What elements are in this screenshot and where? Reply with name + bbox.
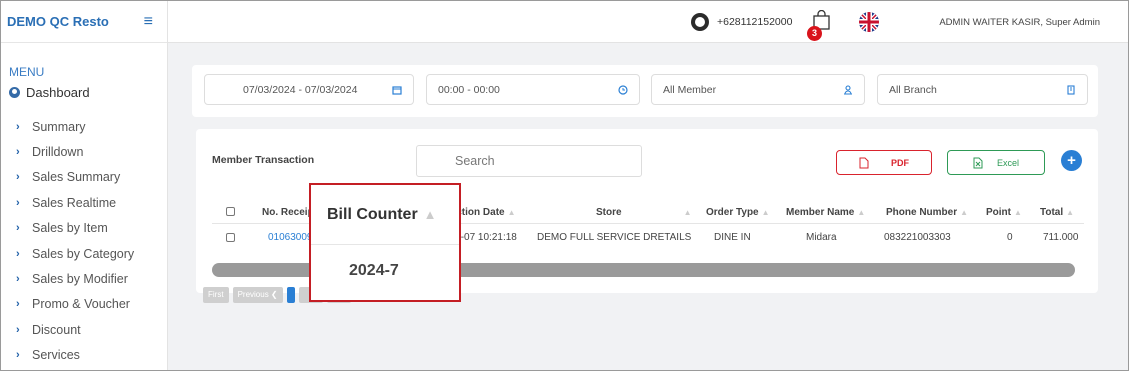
pdf-label: PDF	[891, 157, 909, 168]
cell-store: DEMO FULL SERVICE DRETAILS	[537, 232, 692, 243]
clock-icon	[618, 84, 628, 95]
cart-count-badge: 3	[807, 26, 822, 41]
search-input[interactable]: Search	[416, 145, 642, 177]
sidebar-item-label: Summary	[32, 119, 86, 134]
row-checkbox[interactable]	[226, 233, 235, 242]
sort-icon: ▲	[507, 208, 516, 217]
sidebar-item-label: Sales by Item	[32, 221, 108, 236]
cell-member-name: Midara	[806, 232, 837, 243]
brand-bar: DEMO QC Resto ≡	[1, 1, 167, 43]
chevron-right-icon: ›	[16, 298, 20, 311]
top-bar: +628112152000 3 ADMIN WAITER KASIR, Supe…	[168, 1, 1128, 43]
sidebar-menu: › Summary › Drilldown › Sales Summary › Sale…	[1, 114, 167, 368]
excel-file-icon	[973, 157, 983, 168]
sidebar-item-promo-voucher[interactable]: › Promo & Voucher	[1, 292, 167, 317]
sidebar-item-label: Sales Realtime	[32, 195, 117, 210]
cell-point: 0	[1007, 232, 1013, 243]
column-header-point[interactable]: Point ▲	[986, 207, 1022, 218]
chevron-right-icon: ›	[16, 196, 20, 209]
sidebar-item-services[interactable]: › Services	[1, 343, 167, 368]
sidebar-item-label: Services	[32, 348, 80, 363]
chevron-right-icon: ›	[16, 171, 20, 184]
uk-flag-icon[interactable]	[859, 12, 879, 32]
sidebar-item-summary[interactable]: › Summary	[1, 114, 167, 139]
sidebar-item-sales-by-modifier[interactable]: › Sales by Modifier	[1, 266, 167, 291]
current-page-button[interactable]	[286, 287, 295, 303]
sidebar-item-label: Discount	[32, 322, 81, 337]
column-header-order-type[interactable]: Order Type ▲	[706, 207, 770, 218]
cell-order-type: DINE IN	[714, 232, 751, 243]
sidebar-item-sales-summary[interactable]: › Sales Summary	[1, 165, 167, 190]
sort-icon: ▲	[761, 208, 770, 217]
brand-name[interactable]: DEMO QC Resto	[7, 14, 109, 29]
sort-icon: ▲	[423, 207, 437, 222]
pdf-file-icon	[859, 157, 869, 168]
menu-label: MENU	[9, 65, 45, 79]
previous-page-button[interactable]: Previous ❮	[232, 287, 283, 303]
sort-icon: ▲	[1066, 208, 1075, 217]
sort-icon: ▲	[960, 208, 969, 217]
sidebar-item-label: Sales by Category	[32, 246, 135, 261]
cell-phone: 083221003303	[884, 232, 951, 243]
hamburger-icon[interactable]: ≡	[144, 13, 153, 31]
chevron-right-icon: ›	[16, 273, 20, 286]
filter-panel: 07/03/2024 - 07/03/2024 00:00 - 00:00 Al…	[192, 65, 1098, 117]
receipt-link[interactable]: 01063009	[268, 232, 313, 243]
export-pdf-button[interactable]: PDF	[836, 150, 932, 175]
column-header-store[interactable]: Store ▲	[596, 207, 691, 218]
building-icon	[1067, 84, 1075, 95]
sidebar-item-dashboard[interactable]: Dashboard	[1, 79, 167, 100]
sort-icon: ▲	[857, 208, 866, 217]
column-header-member-name[interactable]: Member Name ▲	[786, 207, 865, 218]
sidebar-item-sales-by-item[interactable]: › Sales by Item	[1, 216, 167, 241]
branch-value: All Branch	[889, 83, 937, 96]
chevron-right-icon: ›	[16, 120, 20, 133]
app-frame: DEMO QC Resto ≡ MENU Dashboard › Summary …	[0, 0, 1129, 371]
export-excel-button[interactable]: Excel	[947, 150, 1045, 175]
sidebar-item-sales-by-category[interactable]: › Sales by Category	[1, 241, 167, 266]
sidebar-item-label: Sales by Modifier	[32, 272, 128, 287]
bill-counter-highlight: Bill Counter ▲ 2024-7	[309, 183, 461, 302]
dashboard-icon	[9, 87, 20, 98]
sidebar-item-label: Promo & Voucher	[32, 297, 130, 312]
sidebar: DEMO QC Resto ≡ MENU Dashboard › Summary …	[1, 1, 168, 370]
time-range-value: 00:00 - 00:00	[438, 83, 500, 96]
chevron-right-icon: ›	[16, 146, 20, 159]
member-select[interactable]: All Member	[651, 74, 865, 105]
time-range-input[interactable]: 00:00 - 00:00	[426, 74, 640, 105]
sidebar-item-label: Sales Summary	[32, 170, 121, 185]
calendar-icon	[392, 85, 402, 95]
branch-select[interactable]: All Branch	[877, 74, 1088, 105]
chevron-right-icon: ›	[16, 247, 20, 260]
customer-support-icon[interactable]	[691, 13, 709, 31]
chevron-right-icon: ›	[16, 349, 20, 362]
sort-icon: ▲	[683, 208, 692, 217]
bill-counter-value: 2024-7	[349, 262, 399, 279]
sort-icon: ▲	[1014, 208, 1022, 217]
sidebar-item-discount[interactable]: › Discount	[1, 317, 167, 342]
chevron-right-icon: ›	[16, 222, 20, 235]
column-header-total[interactable]: Total ▲	[1040, 207, 1074, 218]
sidebar-item-label: Dashboard	[26, 85, 90, 100]
date-range-value: 07/03/2024 - 07/03/2024	[243, 83, 358, 96]
select-all-checkbox[interactable]	[226, 207, 235, 216]
user-name[interactable]: ADMIN WAITER KASIR, Super Admin	[939, 17, 1100, 28]
bill-counter-header[interactable]: Bill Counter ▲	[311, 185, 459, 245]
excel-label: Excel	[996, 157, 1019, 168]
cell-total: 711.000	[1043, 232, 1079, 243]
sidebar-item-label: Drilldown	[32, 145, 84, 160]
column-header-phone[interactable]: Phone Number ▲	[886, 207, 968, 218]
card-title: Member Transaction	[212, 154, 315, 166]
sidebar-item-drilldown[interactable]: › Drilldown	[1, 139, 167, 164]
support-phone: +628112152000	[717, 16, 793, 28]
first-page-button[interactable]: First	[203, 287, 229, 303]
date-range-input[interactable]: 07/03/2024 - 07/03/2024	[204, 74, 414, 105]
sidebar-item-sales-realtime[interactable]: › Sales Realtime	[1, 190, 167, 215]
user-icon	[844, 84, 852, 94]
add-button[interactable]: +	[1061, 150, 1082, 171]
chevron-right-icon: ›	[16, 323, 20, 336]
member-value: All Member	[663, 83, 717, 96]
